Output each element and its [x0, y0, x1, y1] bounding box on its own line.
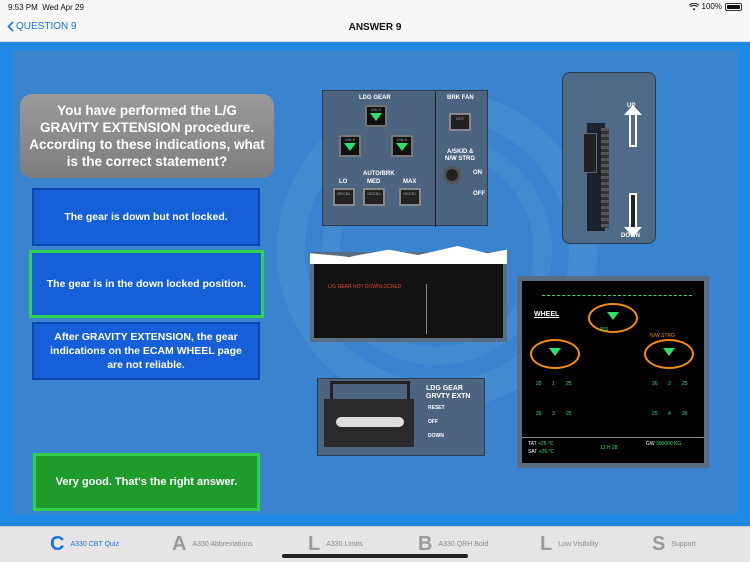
answer-option-1[interactable]: The gear is down but not locked.	[32, 188, 260, 246]
gear-indicator-right: UNLK	[391, 135, 413, 157]
left-gear-triangle	[549, 348, 561, 356]
tab-support[interactable]: S Support	[652, 533, 696, 556]
nose-gear-triangle	[607, 312, 619, 320]
lever-bar	[601, 128, 609, 228]
askid-label-1: A/SKID &	[447, 149, 474, 155]
quiz-canvas: You have performed the L/G GRAVITY EXTEN…	[12, 50, 738, 514]
wheel-temp-6: 25	[566, 411, 572, 417]
right-gear-triangle	[663, 348, 675, 356]
off-label: OFF	[473, 191, 485, 197]
wheel-footer-line	[522, 437, 704, 438]
wheel-temp-3: 26	[652, 381, 658, 387]
tab-support-label: Support	[671, 541, 696, 548]
ldg-gear-panel: LDG GEAR BRK FAN UNLK UNLK UNLK AUTO/BRK…	[322, 90, 488, 227]
wheel-temp-4: 25	[682, 381, 688, 387]
psi-label: PSI	[600, 327, 609, 333]
tab-limits-label: A330 Limits	[326, 541, 363, 548]
wheel-temp-5: 26	[536, 411, 542, 417]
wheel-page-title: WHEEL	[534, 311, 560, 318]
tab-qrh-bold-label: A330 QRH Bold	[438, 541, 489, 548]
status-bar: 9:53 PM Wed Apr 29 100%	[0, 0, 750, 14]
gear-lever-panel: UP DOWN	[562, 72, 656, 244]
brk-fan-label: BRK FAN	[447, 95, 474, 101]
tab-limits[interactable]: L A330 Limits	[308, 533, 363, 556]
on-label: ON	[473, 170, 482, 176]
panel-divider	[435, 91, 436, 227]
tab-low-visibility-label: Low Visibility	[558, 541, 599, 548]
home-indicator[interactable]	[282, 554, 468, 558]
gear-lever[interactable]	[583, 133, 597, 173]
autobrk-med-button[interactable]: DECEL	[363, 188, 385, 206]
ecam-wheel-page: WHEEL N/W STRG PSI 25 1 25 26 2 25 26 3 …	[517, 276, 709, 468]
askid-switch[interactable]	[443, 166, 461, 184]
med-label: MED	[367, 179, 381, 185]
battery-percent: 100%	[701, 2, 722, 11]
ecam-memo: L/G GEAR NOT DOWNLOCKED	[328, 284, 402, 290]
status-right: 100%	[688, 2, 742, 11]
battery-icon	[725, 2, 742, 11]
wifi-icon	[688, 2, 699, 10]
lever-down-label: DOWN	[621, 233, 640, 239]
arrow-down-icon	[624, 193, 642, 237]
gw-label: GW 300000 KG	[646, 441, 682, 447]
grv-title: LDG GEAR GRVTY EXTN	[426, 385, 471, 400]
wheel-row-2: 2	[668, 381, 671, 387]
gear-indicator-nose: UNLK	[365, 105, 387, 127]
wheel-temp-8: 26	[682, 411, 688, 417]
tab-limits-icon: L	[308, 533, 321, 555]
wheel-temp-1: 25	[536, 381, 542, 387]
tab-support-icon: S	[652, 533, 666, 555]
wheel-temp-2: 25	[566, 381, 572, 387]
brk-fan-button[interactable]: HOT	[449, 113, 471, 131]
tab-low-visibility-icon: L	[540, 533, 553, 555]
tab-cbt-quiz-icon: C	[50, 533, 65, 555]
wheel-row-1: 1	[552, 381, 555, 387]
answer-option-2-selected[interactable]: The gear is in the down locked position.	[29, 250, 264, 318]
auto-brk-label: AUTO/BRK	[363, 171, 395, 177]
gravity-crank-handle[interactable]	[336, 417, 404, 427]
max-label: MAX	[403, 179, 417, 185]
arrow-up-icon	[624, 105, 642, 147]
grv-off-label: OFF	[428, 419, 438, 425]
tab-abbreviations[interactable]: A A330 Abbreviations	[172, 533, 253, 556]
tab-cbt-quiz[interactable]: C A330 CBT Quiz	[50, 533, 119, 556]
ecam-ewd-display: L/G GEAR NOT DOWNLOCKED	[310, 252, 507, 342]
gear-indicator-left: UNLK	[339, 135, 361, 157]
gravity-extension-panel: LDG GEAR GRVTY EXTN RESET OFF DOWN	[317, 378, 485, 456]
grv-down-label: DOWN	[428, 433, 444, 439]
navigation-bar: QUESTION 9 ANSWER 9	[0, 14, 750, 42]
clock-readout: 13 H 28	[600, 445, 618, 451]
page-title: ANSWER 9	[348, 22, 402, 33]
sat-label: SAT +26 °C	[528, 449, 555, 455]
crank-guard	[330, 381, 410, 401]
askid-label-2: N/W STRG	[445, 156, 475, 162]
ecam-divider	[426, 284, 427, 334]
wheel-row-4: 4	[668, 411, 671, 417]
autobrk-lo-button[interactable]: DECEL	[333, 188, 355, 206]
answer-option-3[interactable]: After GRAVITY EXTENSION, the gear indica…	[32, 322, 260, 380]
brake-line	[542, 295, 692, 296]
autobrk-max-button[interactable]: DECEL	[399, 188, 421, 206]
tat-label: TAT +26 °C	[528, 441, 554, 447]
feedback-message: Very good. That's the right answer.	[33, 453, 260, 511]
lo-label: LO	[339, 179, 348, 185]
tab-cbt-quiz-label: A330 CBT Quiz	[70, 541, 119, 548]
tab-qrh-bold-icon: B	[418, 533, 433, 555]
ldg-gear-label: LDG GEAR	[359, 95, 391, 101]
tab-qrh-bold[interactable]: B A330 QRH Bold	[418, 533, 488, 556]
wheel-row-3: 3	[552, 411, 555, 417]
content-area: You have performed the L/G GRAVITY EXTEN…	[0, 42, 750, 526]
grv-reset-label: RESET	[428, 405, 445, 411]
question-text: You have performed the L/G GRAVITY EXTEN…	[20, 94, 274, 178]
tab-low-visibility[interactable]: L Low Visibility	[540, 533, 598, 556]
tab-abbreviations-label: A330 Abbreviations	[192, 541, 253, 548]
status-time: 9:53 PM Wed Apr 29	[8, 3, 84, 12]
tab-abbreviations-icon: A	[172, 533, 187, 555]
wheel-temp-7: 25	[652, 411, 658, 417]
